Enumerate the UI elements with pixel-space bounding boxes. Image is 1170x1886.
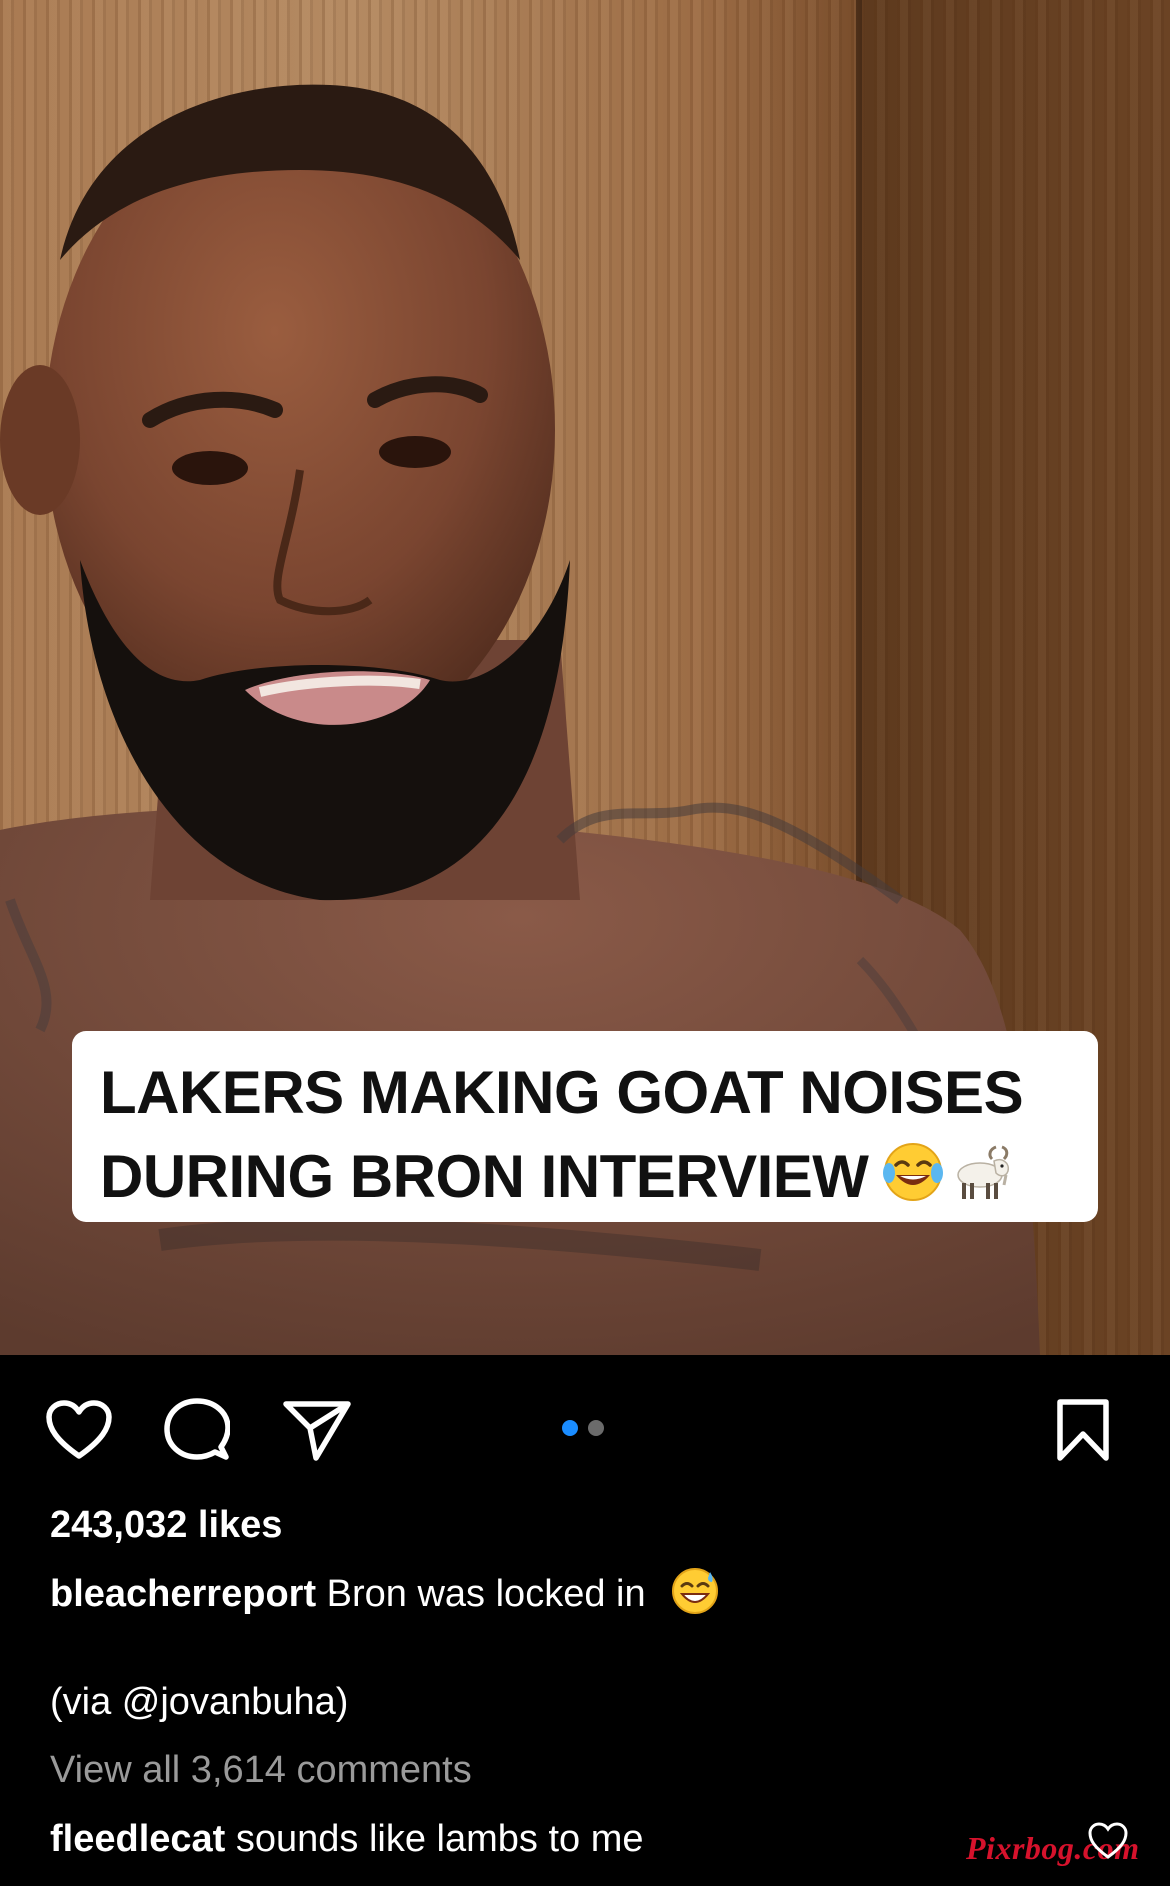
- top-comment: fleedlecat sounds like lambs to me: [50, 1811, 644, 1867]
- comment-like-heart-icon[interactable]: [1088, 1822, 1128, 1862]
- overlay-caption-line-2-text: DURING BRON INTERVIEW: [100, 1143, 869, 1210]
- overlay-caption-line-1: LAKERS MAKING GOAT NOISES: [100, 1059, 1024, 1126]
- post-media[interactable]: LAKERS MAKING GOAT NOISES DURING BRON IN…: [0, 0, 1170, 1355]
- caption-text: Bron was locked in: [326, 1573, 646, 1615]
- overlay-caption-line-2: DURING BRON INTERVIEW: [100, 1135, 1070, 1225]
- caption-username[interactable]: bleacherreport: [50, 1573, 316, 1615]
- carousel-dot[interactable]: [588, 1420, 604, 1436]
- paper-plane-icon[interactable]: [282, 1395, 352, 1465]
- post-caption: bleacherreport Bron was locked in: [50, 1566, 720, 1632]
- overlay-caption-box: LAKERS MAKING GOAT NOISES DURING BRON IN…: [72, 1031, 1098, 1222]
- grinning-sweat-emoji-icon: [670, 1566, 720, 1632]
- likes-count[interactable]: 243,032 likes: [50, 1497, 282, 1553]
- goat-emoji-icon: [950, 1141, 1016, 1225]
- carousel-dot-active[interactable]: [562, 1420, 578, 1436]
- tears-of-joy-emoji-icon: [882, 1141, 944, 1225]
- bookmark-icon[interactable]: [1048, 1395, 1118, 1465]
- heart-icon[interactable]: [44, 1395, 114, 1465]
- comment-username[interactable]: fleedlecat: [50, 1818, 225, 1860]
- caption-via-credit[interactable]: (via @jovanbuha): [50, 1674, 348, 1730]
- comment-bubble-icon[interactable]: [162, 1395, 232, 1465]
- comment-text: sounds like lambs to me: [235, 1818, 644, 1860]
- view-all-comments-link[interactable]: View all 3,614 comments: [50, 1742, 472, 1798]
- carousel-indicator: [562, 1420, 604, 1436]
